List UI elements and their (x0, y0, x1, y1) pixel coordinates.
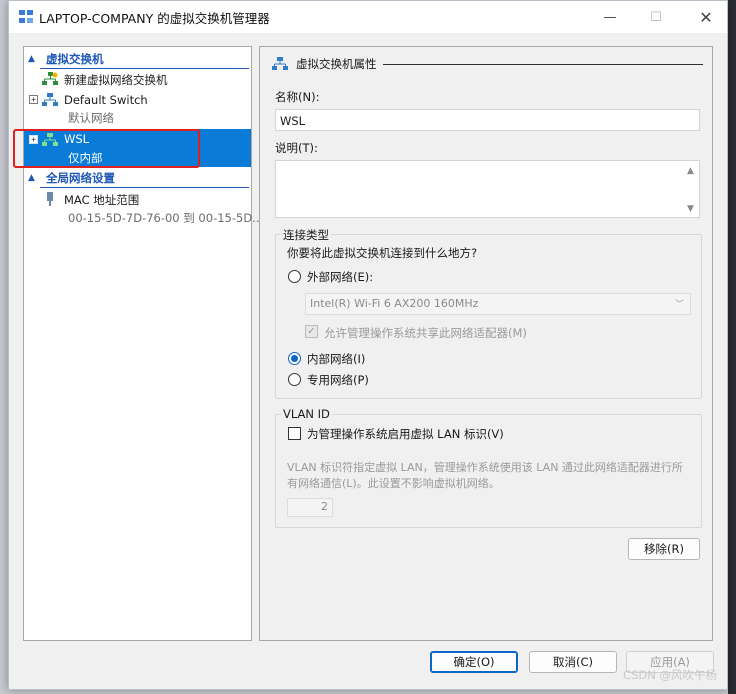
name-label: 名称(N): (275, 90, 320, 104)
adapter-selected-value: Intel(R) Wi-Fi 6 AX200 160MHz (310, 297, 479, 310)
mac-range-value: 00-15-5D-7D-76-00 到 00-15-5D... (68, 211, 264, 225)
vlan-description-line1: VLAN 标识符指定虚拟 LAN，管理操作系统使用该 LAN 通过此网络适配器进… (287, 461, 683, 474)
chevron-down-icon: ﹀ (674, 300, 684, 310)
network-switch-icon (42, 93, 58, 106)
vlan-description-line2: 有网络通信(L)。此设置不影响虚拟机网络。 (287, 477, 500, 490)
properties-section-title: 虚拟交换机属性 (272, 56, 703, 72)
switch-manager-app-icon (19, 10, 33, 23)
window-title: LAPTOP-COMPANY 的虚拟交换机管理器 (39, 11, 270, 26)
vlan-enable-checkbox[interactable] (288, 427, 301, 440)
close-button[interactable]: ✕ (683, 1, 729, 33)
new-network-switch-icon (42, 72, 58, 85)
ok-button[interactable]: 确定(O) (430, 651, 518, 673)
new-switch-label: 新建虚拟网络交换机 (64, 73, 168, 87)
minimize-button[interactable]: — (587, 1, 633, 33)
virtual-switches-header[interactable]: ▲ 虚拟交换机 (24, 49, 251, 69)
properties-title-text: 虚拟交换机属性 (296, 57, 377, 71)
tree-item-default-switch[interactable]: + Default Switch (24, 91, 251, 109)
tree-item-mac-range[interactable]: MAC 地址范围 (24, 190, 251, 208)
connection-type-title: 连接类型 (281, 227, 331, 243)
network-adapter-icon (47, 192, 53, 206)
expand-plus-icon[interactable]: + (29, 95, 38, 104)
description-label: 说明(T): (275, 141, 318, 155)
connection-question: 你要将此虚拟交换机连接到什么地方? (287, 246, 478, 260)
global-settings-header-label: 全局网络设置 (46, 171, 115, 185)
allow-sharing-label: 允许管理操作系统共享此网络适配器(M) (324, 326, 527, 340)
collapse-chevron-icon: ▲ (28, 54, 35, 64)
vlan-group-title: VLAN ID (281, 407, 332, 421)
allow-sharing-checkbox[interactable]: ✓ (305, 325, 318, 338)
background-strip-right (728, 0, 736, 694)
default-switch-label: Default Switch (64, 93, 148, 107)
cancel-button[interactable]: 取消(C) (529, 651, 617, 673)
description-textarea[interactable] (275, 160, 700, 218)
default-switch-type: 默认网络 (68, 111, 114, 125)
mac-range-label: MAC 地址范围 (64, 193, 140, 207)
scroll-down-arrow-icon[interactable]: ▼ (687, 204, 709, 214)
title-bar: LAPTOP-COMPANY 的虚拟交换机管理器 — ☐ ✕ (9, 1, 727, 33)
internal-network-radio[interactable] (288, 352, 301, 365)
title-rule (382, 63, 703, 65)
maximize-button[interactable]: ☐ (633, 1, 679, 33)
virtual-switch-manager-window: LAPTOP-COMPANY 的虚拟交换机管理器 — ☐ ✕ ▲ 虚拟交换机 新… (8, 0, 728, 690)
csdn-watermark: CSDN @风吹午杨 (623, 668, 717, 682)
header-divider (40, 68, 249, 69)
remove-button[interactable]: 移除(R) (628, 538, 700, 560)
external-network-radio[interactable] (288, 270, 301, 283)
private-network-radio[interactable] (288, 373, 301, 386)
external-network-label: 外部网络(E): (307, 270, 374, 284)
highlight-annotation-box (13, 129, 200, 168)
network-switch-icon (272, 57, 288, 70)
private-network-label: 专用网络(P) (307, 373, 369, 387)
collapse-chevron-icon: ▲ (28, 173, 35, 183)
scroll-up-arrow-icon[interactable]: ▲ (687, 166, 709, 176)
name-input[interactable]: WSL (275, 109, 700, 131)
vlan-id-input[interactable]: 2 (287, 498, 333, 517)
tree-item-new-switch[interactable]: 新建虚拟网络交换机 (24, 70, 251, 88)
global-network-settings-header[interactable]: ▲ 全局网络设置 (24, 168, 251, 188)
internal-network-label: 内部网络(I) (307, 352, 366, 366)
properties-panel: 虚拟交换机属性 名称(N): WSL 说明(T): ▲ ▼ 连接类型 你要将此虚… (259, 46, 713, 641)
virtual-switches-header-label: 虚拟交换机 (46, 52, 104, 66)
network-adapter-dropdown[interactable]: Intel(R) Wi-Fi 6 AX200 160MHz ﹀ (305, 293, 691, 315)
vlan-enable-label: 为管理操作系统启用虚拟 LAN 标识(V) (307, 427, 504, 441)
header-divider (40, 187, 249, 188)
